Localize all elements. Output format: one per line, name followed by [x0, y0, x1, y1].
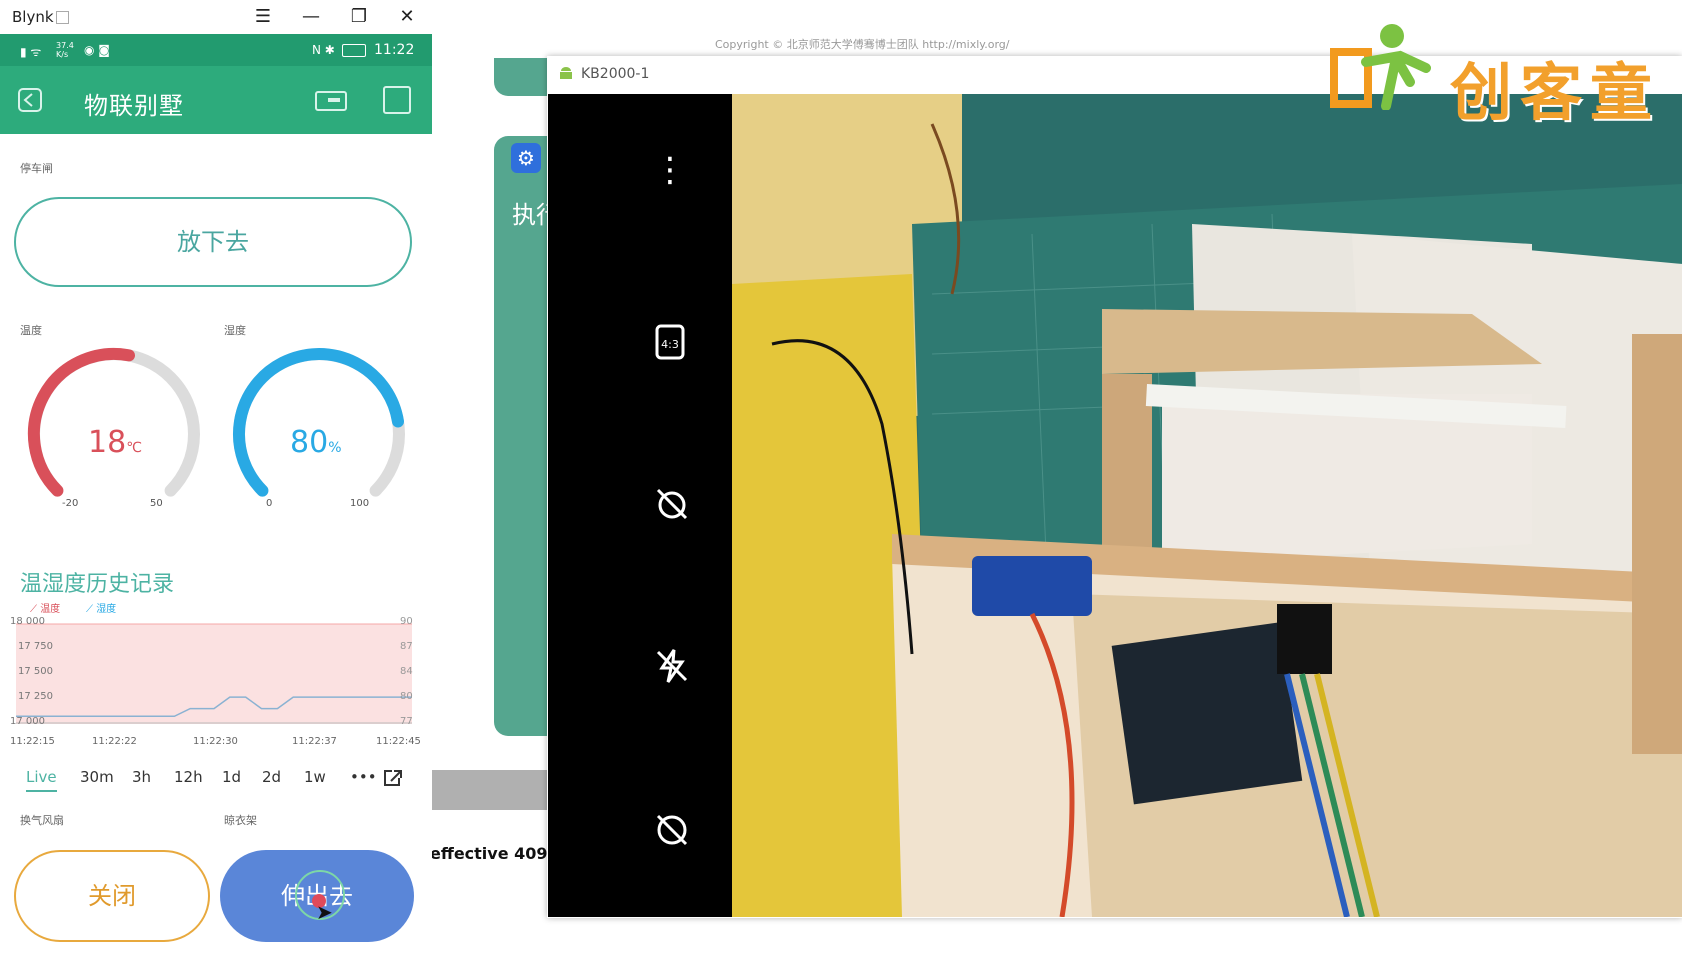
battery-icon: [342, 44, 366, 57]
x-tick: 11:22:30: [193, 736, 238, 747]
history-title: 温湿度历史记录: [20, 572, 175, 597]
window-titlebar: Blynk ☰ — ❐ ✕: [0, 0, 432, 34]
logo-text: 创客童: [1450, 56, 1661, 129]
logo-mark: [1330, 22, 1440, 111]
drying-rack-label: 晾衣架: [224, 814, 257, 827]
time-filter-1w[interactable]: 1w: [304, 768, 326, 786]
aspect-ratio-icon[interactable]: 4:3: [653, 322, 689, 362]
copyright-text: Copyright © 北京师范大学傅骞博士团队 http://mixly.or…: [715, 38, 1010, 51]
temperature-max: 50: [150, 498, 163, 509]
project-name: 物联别墅: [84, 92, 184, 120]
camera-preview: [732, 94, 1682, 917]
android-icon: [557, 64, 575, 82]
humidity-value: 80%: [290, 425, 342, 460]
flash-off-icon[interactable]: [652, 646, 692, 686]
maximize-button[interactable]: ❐: [342, 2, 376, 32]
y-tick-left: 17 250: [18, 691, 53, 702]
y-tick-left: 18 000: [10, 616, 45, 627]
close-button[interactable]: ✕: [390, 2, 424, 32]
parking-gate-button[interactable]: 放下去: [14, 197, 412, 287]
y-tick-right: 87: [400, 641, 413, 652]
fan-label: 换气风扇: [20, 814, 64, 827]
svg-text:4:3: 4:3: [661, 338, 679, 351]
y-tick-right: 90: [400, 616, 413, 627]
status-time: 11:22: [374, 42, 415, 58]
fullscreen-icon[interactable]: [382, 768, 404, 788]
camera-controls-panel: [548, 94, 732, 917]
y-tick-right: 80: [400, 691, 413, 702]
temperature-unit: ℃: [126, 440, 142, 456]
parking-gate-label: 停车闸: [20, 162, 53, 175]
y-tick-left: 17 000: [10, 716, 45, 727]
x-tick: 11:22:45: [376, 736, 421, 747]
legend-temperature: ⟋ 温度: [30, 604, 61, 615]
time-filter-1d[interactable]: 1d: [222, 768, 241, 786]
x-tick: 11:22:15: [10, 736, 55, 747]
x-tick: 11:22:22: [92, 736, 137, 747]
minimize-button[interactable]: —: [294, 2, 328, 32]
humidity-min: 0: [266, 498, 273, 509]
time-filter-12h[interactable]: 12h: [174, 768, 203, 786]
device-icon[interactable]: [314, 86, 350, 114]
y-tick-right: 77: [400, 716, 413, 727]
time-filter-3h[interactable]: 3h: [132, 768, 151, 786]
time-filter-2d[interactable]: 2d: [262, 768, 281, 786]
background-scrollbar: [432, 770, 548, 810]
back-icon[interactable]: [16, 86, 44, 114]
emulator-title: KB2000-1: [581, 66, 650, 82]
y-tick-right: 84: [400, 666, 413, 677]
timer-off-icon[interactable]: [652, 484, 692, 524]
blynk-window: Blynk ☰ — ❐ ✕ ▮ ᯤ 37.4 K/s ◉ ◙ N ✱ 11:22…: [0, 0, 432, 956]
more-vert-icon[interactable]: ⋮: [640, 150, 700, 190]
network-speed: 37.4 K/s: [56, 41, 74, 59]
nfc-bluetooth-icons: N ✱: [312, 43, 335, 57]
more-options-icon[interactable]: •••: [350, 768, 377, 786]
restore-small-icon: [56, 11, 69, 24]
y-tick-left: 17 750: [18, 641, 53, 652]
x-tick: 11:22:37: [292, 736, 337, 747]
hdr-off-icon[interactable]: [652, 810, 692, 850]
temperature-value: 18℃: [88, 425, 142, 460]
fan-button[interactable]: 关闭: [14, 850, 210, 942]
window-title: Blynk: [12, 8, 54, 26]
humidity-unit: %: [328, 440, 342, 456]
legend-humidity: ⟋ 湿度: [86, 604, 117, 615]
menu-icon[interactable]: ☰: [246, 2, 280, 32]
temperature-min: -20: [62, 498, 79, 509]
humidity-max: 100: [350, 498, 370, 509]
phone-status-bar: ▮ ᯤ 37.4 K/s ◉ ◙ N ✱ 11:22: [0, 34, 432, 66]
time-filter-live[interactable]: Live: [26, 768, 57, 792]
time-filter-30m[interactable]: 30m: [80, 768, 114, 786]
app-header: 物联别墅: [0, 66, 432, 134]
mouse-cursor-icon: ➤: [316, 900, 333, 924]
history-chart: [12, 622, 416, 724]
gear-icon[interactable]: ⚙: [511, 143, 541, 173]
humidity-label: 湿度: [224, 324, 246, 337]
notification-icons: ▮ ᯤ: [20, 45, 42, 59]
play-button[interactable]: [383, 86, 411, 114]
app-icons: ◉ ◙: [84, 43, 110, 57]
y-tick-left: 17 500: [18, 666, 53, 677]
temperature-label: 温度: [20, 324, 42, 337]
